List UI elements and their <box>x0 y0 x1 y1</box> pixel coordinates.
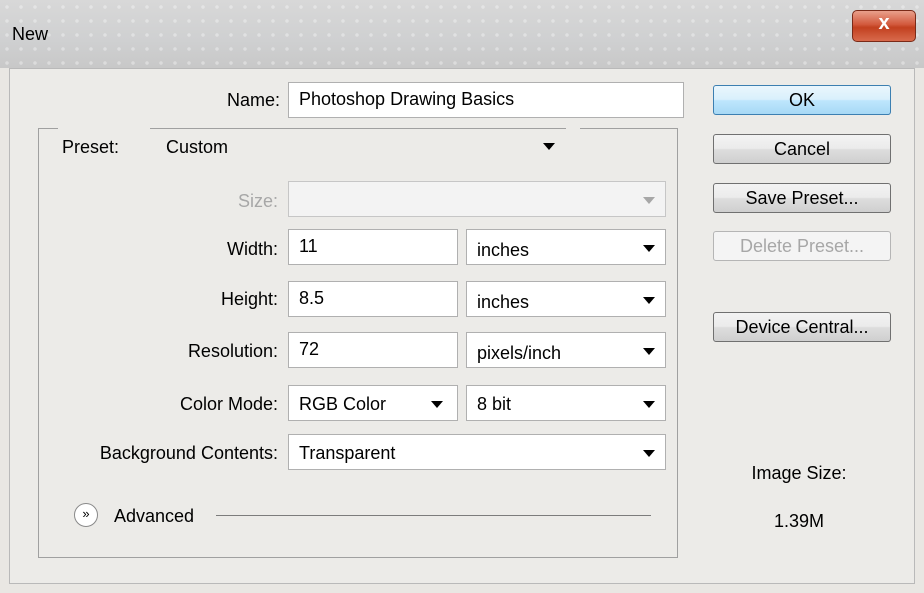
save-preset-button[interactable]: Save Preset... <box>713 183 891 213</box>
size-label: Size: <box>237 191 278 211</box>
advanced-divider <box>216 515 651 516</box>
name-input[interactable]: Photoshop Drawing Basics <box>288 82 684 118</box>
cancel-button[interactable]: Cancel <box>713 134 891 164</box>
background-contents-value: Transparent <box>299 443 396 463</box>
width-unit-value: inches <box>477 240 530 260</box>
name-label: Name: <box>226 90 280 110</box>
preset-value: Custom <box>166 137 229 157</box>
delete-preset-button: Delete Preset... <box>713 231 891 261</box>
title-bar: New x <box>0 0 924 68</box>
color-mode-select[interactable]: RGB Color <box>288 385 458 421</box>
background-contents-label: Background Contents: <box>99 443 278 463</box>
resolution-unit-select[interactable]: pixels/inch <box>466 332 666 368</box>
double-chevron-down-icon[interactable]: » <box>74 503 98 527</box>
width-label: Width: <box>226 239 278 259</box>
background-contents-select[interactable]: Transparent <box>288 434 666 470</box>
image-size-value: 1.39M <box>773 511 825 531</box>
chevron-down-icon <box>643 245 655 252</box>
chevron-down-icon <box>543 143 555 150</box>
chevron-down-icon <box>643 297 655 304</box>
width-unit-select[interactable]: inches <box>466 229 666 265</box>
height-label: Height: <box>220 289 278 309</box>
new-document-dialog: New x Name: Photoshop Drawing Basics Pre… <box>0 0 924 593</box>
preset-label: Preset: <box>62 137 120 157</box>
dialog-title: New <box>12 24 49 44</box>
bit-depth-value: 8 bit <box>477 394 512 414</box>
image-size-label: Image Size: <box>751 463 847 483</box>
resolution-label: Resolution: <box>187 341 278 361</box>
resolution-input[interactable]: 72 <box>288 332 458 368</box>
height-unit-select[interactable]: inches <box>466 281 666 317</box>
close-icon: x <box>878 12 890 34</box>
group-label-gap <box>566 120 580 140</box>
bit-depth-select[interactable]: 8 bit <box>466 385 666 421</box>
chevron-down-icon <box>643 401 655 408</box>
preset-select[interactable]: Custom <box>155 128 566 162</box>
size-select <box>288 181 666 217</box>
resolution-unit-value: pixels/inch <box>477 343 562 363</box>
device-central-button[interactable]: Device Central... <box>713 312 891 342</box>
chevron-down-icon <box>643 348 655 355</box>
color-mode-label: Color Mode: <box>179 394 278 414</box>
width-input[interactable]: 11 <box>288 229 458 265</box>
chevron-down-icon <box>431 401 443 408</box>
close-button[interactable]: x <box>852 10 916 42</box>
color-mode-value: RGB Color <box>299 394 387 414</box>
height-unit-value: inches <box>477 292 530 312</box>
height-input[interactable]: 8.5 <box>288 281 458 317</box>
advanced-label[interactable]: Advanced <box>114 506 194 527</box>
chevron-down-icon <box>643 197 655 204</box>
chevron-down-icon <box>643 450 655 457</box>
ok-button[interactable]: OK <box>713 85 891 115</box>
